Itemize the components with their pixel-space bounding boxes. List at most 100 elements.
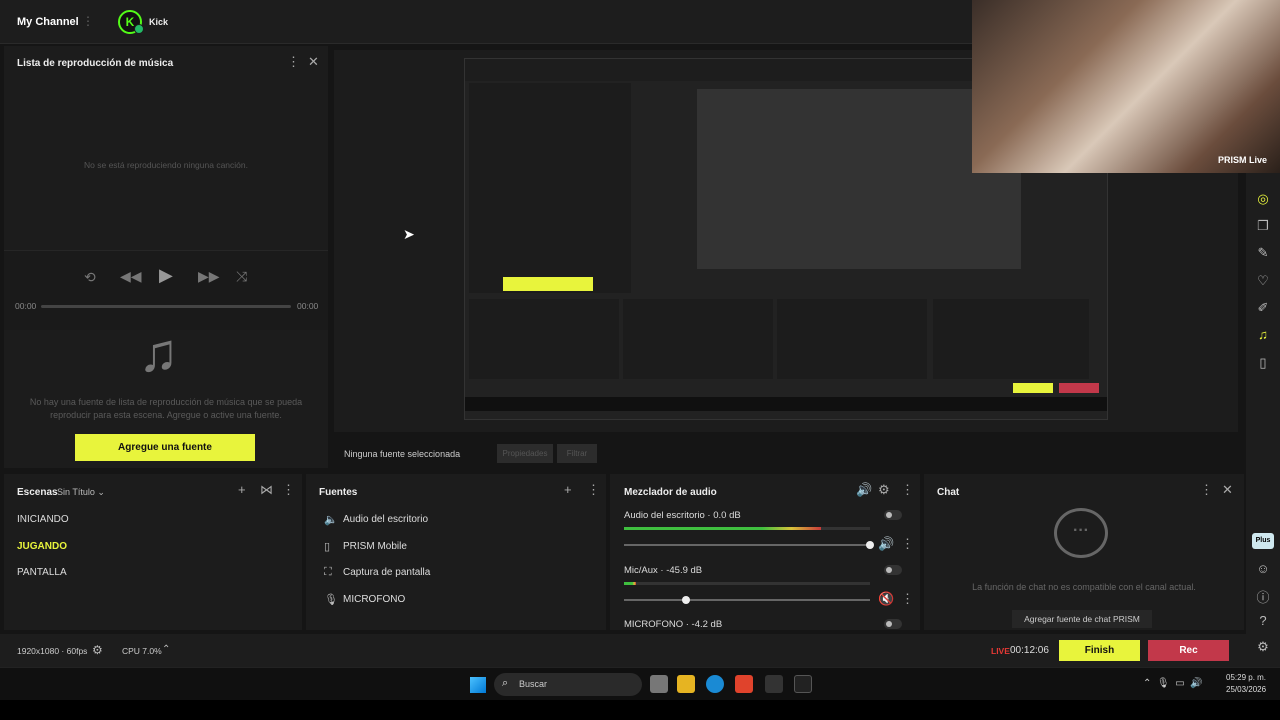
more-options-icon[interactable]: ⋮ (287, 54, 300, 70)
filter-button[interactable]: Filtrar (557, 444, 597, 463)
chat-unsupported-message: La función de chat no es compatible con … (972, 582, 1196, 592)
close-icon[interactable]: ✕ (308, 54, 319, 70)
properties-button[interactable]: Propiedades (497, 444, 553, 463)
heart-icon[interactable]: ♡ (1255, 273, 1271, 289)
previous-icon[interactable]: ◀◀ (120, 268, 142, 285)
help-icon[interactable]: ? (1255, 613, 1271, 628)
chevron-up-icon[interactable]: ⌃ (162, 644, 170, 655)
more-options-icon[interactable]: ⋮ (901, 482, 914, 498)
gear-icon[interactable]: ⚙ (878, 482, 890, 498)
nested-finish (1013, 383, 1053, 393)
source-item-prism-mobile[interactable]: PRISM Mobile (343, 541, 407, 552)
mixer-volume-knob[interactable] (681, 596, 690, 604)
mouse-cursor-icon: ➤ (403, 226, 415, 242)
source-item-microphone[interactable]: MICROFONO (343, 594, 405, 605)
shuffle-icon[interactable]: ⤨ (236, 268, 247, 285)
nested-chat (933, 299, 1089, 379)
cpu-usage-label[interactable]: CPU 7.0% (122, 646, 162, 656)
resolution-label: 1920x1080 · 60fps (17, 646, 88, 656)
nested-taskbar (465, 397, 1107, 411)
channel-label[interactable]: My Channel (17, 16, 79, 28)
scene-item-iniciando[interactable]: INICIANDO (17, 514, 69, 525)
sources-panel: Fuentes + ⋮ 🔈 Audio del escritorio ▯ PRI… (306, 474, 606, 630)
mixer-volume-slider[interactable] (624, 541, 874, 549)
system-tray[interactable]: ⌃ 🎙 ▭ 🔊 (1143, 678, 1203, 689)
mixer-channel-label: MICROFONO · -4.2 dB (624, 619, 723, 630)
prism-icon[interactable]: ◎ (1255, 191, 1271, 207)
scene-item-pantalla[interactable]: PANTALLA (17, 567, 67, 578)
windows-taskbar: ⌕ Buscar ⌃ 🎙 ▭ 🔊 05:29 p. m. 25/03/2026 (0, 667, 1280, 700)
rec-button[interactable]: Rec (1148, 640, 1229, 661)
nested-mixer (777, 299, 927, 379)
more-options-icon[interactable]: ⋮ (82, 14, 94, 28)
mixer-channel-toggle[interactable] (884, 510, 902, 520)
layers-icon[interactable]: ❐ (1255, 218, 1271, 234)
mixer-volume-knob[interactable] (866, 541, 874, 549)
taskbar-search[interactable]: ⌕ Buscar (494, 673, 642, 696)
live-indicator: LIVE (991, 646, 1010, 656)
file-explorer-icon[interactable] (677, 675, 695, 693)
scene-item-jugando[interactable]: JUGANDO (17, 541, 67, 552)
mixer-level-meter (624, 582, 870, 585)
source-status-strip: Ninguna fuente seleccionada Propiedades … (334, 440, 1238, 466)
prism-app-icon[interactable] (794, 675, 812, 693)
search-icon: ⌕ (502, 677, 509, 689)
beauty-icon[interactable]: ✎ (1255, 245, 1271, 261)
add-chat-source-button[interactable]: Agregar fuente de chat PRISM (1012, 610, 1152, 628)
clock-date[interactable]: 25/03/2026 (1226, 685, 1266, 694)
gear-icon[interactable]: ⚙ (92, 643, 103, 657)
mixer-level-fill (624, 582, 637, 585)
empty-message: No hay una fuente de lista de reproducci… (29, 397, 303, 420)
add-icon[interactable]: + (238, 482, 246, 497)
prism-live-watermark: PRISM Live (1218, 155, 1268, 165)
play-icon[interactable]: ▶ (159, 265, 173, 286)
progress-slider[interactable] (41, 305, 291, 308)
plus-badge[interactable]: Plus (1252, 533, 1274, 549)
discord-icon[interactable]: ☺ (1255, 561, 1271, 576)
finish-button[interactable]: Finish (1059, 640, 1140, 661)
audio-mixer-panel: Mezclador de audio 🔊 ⚙ ⋮ Audio del escri… (610, 474, 920, 630)
music-note-icon: ♫ (138, 323, 179, 383)
epic-games-icon[interactable] (765, 675, 783, 693)
mobile-icon[interactable]: ▯ (1255, 355, 1271, 371)
speaker-icon[interactable]: 🔊 (878, 536, 894, 552)
nested-scenes (469, 299, 619, 379)
next-icon[interactable]: ▶▶ (198, 268, 220, 285)
more-options-icon[interactable]: ⋮ (901, 591, 914, 607)
notice-icon[interactable]: ⓘ (1255, 587, 1271, 606)
brave-icon[interactable] (735, 675, 753, 693)
add-icon[interactable]: + (564, 482, 572, 497)
muted-speaker-icon[interactable]: 🔇 (878, 591, 894, 607)
gear-icon[interactable]: ⚙ (1255, 639, 1271, 655)
sticker-icon[interactable]: ✐ (1255, 300, 1271, 316)
music-icon[interactable]: ♫ (1255, 327, 1271, 342)
edge-icon[interactable] (706, 675, 724, 693)
close-icon[interactable]: ✕ (1222, 482, 1233, 498)
windows-start-icon[interactable] (470, 677, 486, 693)
more-options-icon[interactable]: ⋮ (1200, 482, 1213, 498)
clock-time[interactable]: 05:29 p. m. (1226, 673, 1266, 682)
mixer-volume-slider[interactable] (624, 596, 870, 604)
platform-label[interactable]: Kick (149, 17, 168, 27)
more-options-icon[interactable]: ⋮ (901, 536, 914, 552)
webcam-overlay (972, 0, 1280, 173)
status-footer: 1920x1080 · 60fps ⚙ CPU 7.0% ⌃ LIVE 00:1… (0, 634, 1246, 667)
add-source-button[interactable]: Agregue una fuente (75, 434, 255, 461)
more-options-icon[interactable]: ⋮ (587, 482, 600, 498)
elapsed-time: 00:00 (15, 301, 37, 311)
total-time: 00:00 (297, 301, 319, 311)
speaker-icon[interactable]: 🔊 (856, 482, 872, 498)
mixer-channel-toggle[interactable] (884, 619, 902, 629)
source-item-desktop-audio[interactable]: Audio del escritorio (343, 514, 428, 525)
speaker-icon: 🔈 (324, 514, 338, 526)
repeat-icon[interactable]: ⟲ (84, 269, 96, 286)
mixer-level-meter (624, 527, 870, 530)
no-source-text: Ninguna fuente seleccionada (344, 449, 461, 459)
transition-icon[interactable]: ⋈ (260, 482, 273, 498)
mixer-level-fill (624, 527, 821, 530)
task-view-icon[interactable] (650, 675, 668, 693)
scene-collection-dropdown[interactable]: Sin Título ⌄ (57, 487, 105, 498)
source-item-screen-capture[interactable]: Captura de pantalla (343, 567, 430, 578)
mixer-channel-toggle[interactable] (884, 565, 902, 575)
more-options-icon[interactable]: ⋮ (282, 482, 295, 498)
